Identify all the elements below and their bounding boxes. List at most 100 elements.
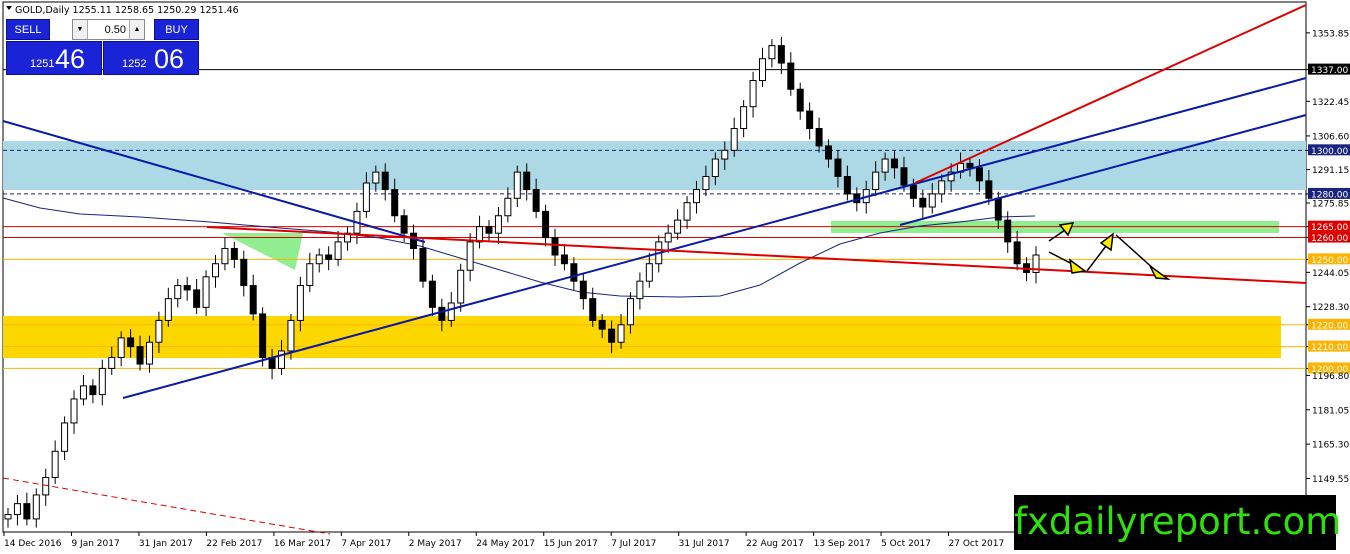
candle-body: [70, 398, 78, 424]
candle-body: [296, 285, 304, 321]
candle-body: [174, 285, 182, 300]
y-tick-label: 1275.85: [1312, 199, 1349, 209]
candle-body: [938, 180, 946, 195]
candle-body: [730, 128, 738, 151]
candle-body: [89, 385, 97, 396]
candle-body: [985, 180, 993, 199]
candle-body: [966, 162, 974, 169]
candle-body: [410, 232, 418, 249]
candle-body: [589, 298, 597, 321]
buy-price-big: 06: [154, 44, 185, 74]
candle-body: [438, 306, 446, 321]
candle-body: [4, 514, 12, 520]
yellow-support-zone: [3, 316, 1281, 358]
sell-price-box[interactable]: 1251 46: [6, 41, 102, 75]
candle-body: [692, 189, 700, 204]
y-tick-label: 1291.15: [1312, 166, 1349, 176]
candle-body: [457, 269, 465, 304]
x-tick-label: 9 Jan 2017: [71, 539, 119, 549]
x-tick-label: 15 Jun 2017: [544, 539, 598, 549]
candle-body: [928, 193, 936, 208]
watermark-logo: fxdailyreport.com: [1014, 495, 1341, 550]
candle-body: [476, 226, 484, 243]
candle-body: [108, 357, 116, 369]
lot-size-control[interactable]: ▼ ▲: [72, 19, 145, 40]
candle-body: [551, 237, 559, 256]
candle-body: [1004, 219, 1012, 243]
candle-body: [891, 158, 899, 169]
candle-body: [485, 226, 493, 234]
candle-body: [325, 254, 333, 260]
candle-body: [598, 319, 606, 330]
candle-body: [127, 337, 135, 348]
level-label: 1260.00: [1311, 234, 1348, 244]
candle-body: [372, 171, 380, 184]
lot-increase-icon[interactable]: ▲: [129, 20, 144, 39]
candle-body: [42, 476, 50, 496]
level-label: 1337.00: [1311, 66, 1348, 76]
plot-frame: [2, 1, 1307, 533]
candle-body: [1013, 241, 1021, 265]
candle-body: [164, 298, 172, 321]
candle-body: [645, 263, 653, 282]
candle-body: [796, 88, 804, 112]
candle-body: [117, 337, 125, 359]
candle-body: [334, 241, 342, 260]
candle-body: [13, 503, 21, 516]
x-tick-label: 22 Feb 2017: [206, 539, 262, 549]
candle-body: [579, 280, 587, 300]
x-tick-label: 31 Jan 2017: [139, 539, 193, 549]
y-tick-label: 1322.45: [1312, 98, 1349, 108]
x-tick-label: 22 Aug 2017: [746, 539, 804, 549]
candle-body: [259, 313, 267, 359]
candle-body: [32, 494, 40, 520]
y-tick-label: 1196.80: [1312, 372, 1349, 382]
lot-decrease-icon[interactable]: ▼: [73, 20, 88, 39]
chart-title: GOLD,Daily 1255.11 1258.65 1250.29 1251.…: [15, 5, 239, 16]
sell-button[interactable]: SELL: [6, 19, 50, 40]
candle: [259, 307, 267, 367]
x-tick-label: 27 Oct 2017: [949, 539, 1005, 549]
price-axis: 1353.85 1337.00 1322.45 1306.60 1300.00 1291.…: [1306, 29, 1350, 485]
candle-body: [532, 189, 540, 212]
x-tick-label: 16 Mar 2017: [274, 539, 331, 549]
candle-body: [560, 254, 568, 265]
candle-body: [381, 171, 389, 191]
x-tick-label: 7 Apr 2017: [341, 539, 391, 549]
buy-price-small: 1252: [122, 58, 147, 70]
candle-body: [523, 171, 531, 191]
candle-body: [419, 247, 427, 282]
candle-body: [504, 197, 512, 217]
chart-canvas[interactable]: GOLD,Daily 1255.11 1258.65 1250.29 1251.…: [0, 0, 1350, 554]
candle-body: [768, 45, 776, 60]
candle-body: [900, 167, 908, 186]
candle-body: [428, 280, 436, 308]
candle-body: [513, 171, 521, 199]
candle-body: [61, 422, 69, 452]
candle-body: [249, 285, 257, 315]
candle-body: [711, 158, 719, 177]
x-tick-label: 31 Jul 2017: [679, 539, 730, 549]
candle-body: [721, 149, 729, 160]
candle-body: [806, 110, 814, 130]
buy-button[interactable]: BUY: [154, 19, 199, 40]
candle-body: [674, 219, 682, 234]
level-label: 1300.00: [1311, 147, 1348, 157]
y-tick-label: 1149.55: [1312, 475, 1349, 485]
candle-body: [542, 210, 550, 239]
candle-body: [909, 184, 917, 199]
candle-body: [494, 215, 502, 234]
y-tick-label: 1165.30: [1312, 441, 1349, 451]
candle-body: [98, 367, 106, 396]
lot-size-input[interactable]: [89, 20, 128, 39]
buy-price-box[interactable]: 1252 06: [103, 41, 199, 75]
x-tick-label: 14 Dec 2016: [4, 539, 62, 549]
candle-body: [391, 189, 399, 217]
x-tick-label: 7 Jul 2017: [611, 539, 656, 549]
candle-body: [664, 232, 672, 243]
candle-body: [51, 450, 59, 478]
level-label: 1250.00: [1311, 256, 1348, 266]
candle-body: [834, 158, 842, 177]
x-tick-label: 5 Oct 2017: [881, 539, 931, 549]
candle-body: [825, 145, 833, 160]
